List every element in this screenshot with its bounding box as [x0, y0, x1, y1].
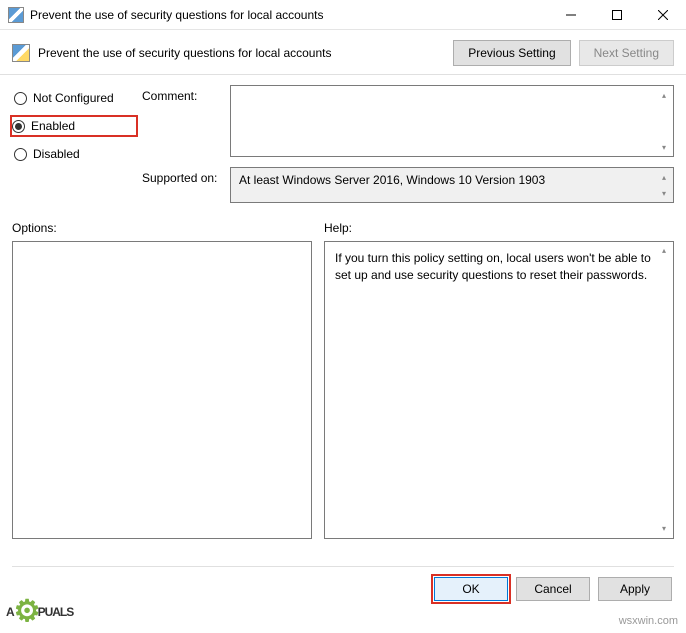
- watermark-suffix: PUALS: [38, 605, 74, 619]
- radio-label: Not Configured: [33, 91, 114, 105]
- comment-row: Comment: ▴ ▾: [142, 85, 674, 157]
- minimize-button[interactable]: [548, 0, 594, 30]
- radio-icon: [14, 148, 27, 161]
- radio-disabled[interactable]: Disabled: [12, 143, 132, 165]
- lower-section: Options: Help: If you turn this policy s…: [0, 221, 686, 539]
- window-controls: [548, 0, 686, 30]
- close-button[interactable]: [640, 0, 686, 30]
- radio-group: Not Configured Enabled Disabled: [12, 85, 132, 203]
- help-label: Help:: [324, 221, 674, 235]
- options-box[interactable]: [12, 241, 312, 539]
- watermark-prefix: A: [6, 605, 14, 619]
- help-column: Help: If you turn this policy setting on…: [324, 221, 674, 539]
- footer-divider: [12, 566, 674, 567]
- cancel-button[interactable]: Cancel: [516, 577, 590, 601]
- watermark-logo: A⚙PUALS: [6, 594, 73, 629]
- watermark-url: wsxwin.com: [619, 615, 678, 627]
- chevron-down-icon[interactable]: ▾: [657, 140, 671, 154]
- window-title: Prevent the use of security questions fo…: [30, 8, 548, 22]
- comment-label: Comment:: [142, 85, 222, 103]
- policy-title: Prevent the use of security questions fo…: [38, 46, 445, 60]
- nav-buttons: Previous Setting Next Setting: [453, 40, 674, 66]
- supported-row: Supported on: At least Windows Server 20…: [142, 167, 674, 203]
- maximize-icon: [612, 10, 622, 20]
- previous-setting-button[interactable]: Previous Setting: [453, 40, 570, 66]
- supported-value: At least Windows Server 2016, Windows 10…: [239, 173, 545, 187]
- radio-label: Disabled: [33, 147, 80, 161]
- options-label: Options:: [12, 221, 312, 235]
- chevron-down-icon[interactable]: ▾: [657, 522, 671, 536]
- help-text: If you turn this policy setting on, loca…: [335, 251, 651, 282]
- footer-buttons: OK Cancel Apply: [434, 577, 672, 601]
- radio-dot-icon: [15, 123, 22, 130]
- next-setting-button[interactable]: Next Setting: [579, 40, 674, 66]
- policy-icon: [12, 44, 30, 62]
- chevron-down-icon[interactable]: ▾: [657, 186, 671, 200]
- content-area: Not Configured Enabled Disabled Comment:…: [0, 75, 686, 203]
- comment-input[interactable]: ▴ ▾: [230, 85, 674, 157]
- radio-icon: [12, 120, 25, 133]
- header-section: Prevent the use of security questions fo…: [0, 30, 686, 75]
- maximize-button[interactable]: [594, 0, 640, 30]
- minimize-icon: [566, 10, 576, 20]
- chevron-up-icon[interactable]: ▴: [657, 88, 671, 102]
- policy-icon: [8, 7, 24, 23]
- supported-field: At least Windows Server 2016, Windows 10…: [230, 167, 674, 203]
- help-box: If you turn this policy setting on, loca…: [324, 241, 674, 539]
- apply-button[interactable]: Apply: [598, 577, 672, 601]
- top-row: Not Configured Enabled Disabled Comment:…: [12, 85, 674, 203]
- options-column: Options:: [12, 221, 312, 539]
- radio-not-configured[interactable]: Not Configured: [12, 87, 132, 109]
- gear-icon: ⚙: [14, 594, 40, 629]
- chevron-up-icon[interactable]: ▴: [657, 170, 671, 184]
- radio-icon: [14, 92, 27, 105]
- chevron-up-icon[interactable]: ▴: [657, 244, 671, 258]
- ok-button[interactable]: OK: [434, 577, 508, 601]
- comment-section: Comment: ▴ ▾ Supported on: At least Wind…: [142, 85, 674, 203]
- supported-label: Supported on:: [142, 167, 222, 185]
- titlebar: Prevent the use of security questions fo…: [0, 0, 686, 30]
- radio-label: Enabled: [31, 119, 75, 133]
- radio-enabled[interactable]: Enabled: [10, 115, 138, 137]
- close-icon: [658, 10, 668, 20]
